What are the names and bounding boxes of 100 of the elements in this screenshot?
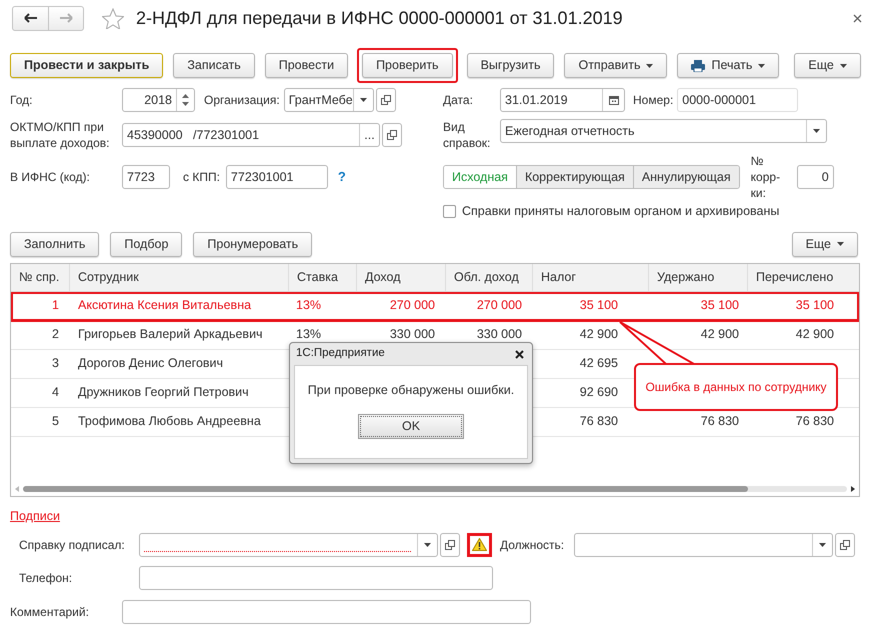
kpp-field[interactable]: 772301001 [226, 165, 328, 189]
field-label: Номер: [633, 92, 674, 109]
caret-icon [360, 98, 367, 102]
field-label: № корр-ки: [750, 153, 782, 201]
caret-icon [819, 542, 826, 546]
organization-field[interactable]: ГрантМебе [284, 88, 374, 112]
dialog-title: 1С:Предприятие [296, 346, 385, 362]
field-label: Комментарий: [10, 604, 90, 620]
table-cell-text: 2 [52, 326, 59, 344]
table-cell-text: 42 900 [700, 326, 739, 344]
caret-icon [840, 64, 847, 68]
dialog-message: При проверке обнаружены ошибки. [308, 382, 514, 399]
caret-icon [837, 242, 844, 246]
table-cell-text: 42 695 [580, 355, 618, 372]
field-label: Вид справок: [443, 119, 492, 151]
back-arrow-icon [24, 13, 38, 23]
ifns-code-field[interactable]: 7723 [122, 165, 170, 189]
help-link[interactable]: ? [338, 167, 346, 187]
close-icon [853, 14, 862, 22]
open-icon [387, 130, 397, 140]
date-field[interactable]: 31.01.2019 [500, 88, 625, 112]
open-button[interactable] [382, 123, 402, 147]
number-field[interactable]: 0000-000001 [677, 88, 798, 112]
field-label: ОКТМО/КПП при выплате доходов: [10, 119, 110, 151]
toolbar-button[interactable]: Подбор [110, 232, 182, 257]
table-cell-text: 3 [52, 355, 59, 372]
table-cell-text: Трофимова Любовь Андреевна [78, 413, 261, 430]
field-label: Должность: [500, 536, 566, 554]
table-cell-text: 330 000 [476, 326, 522, 344]
warning-icon [472, 538, 487, 551]
column-header[interactable]: Сотрудник [69, 264, 288, 291]
report-type-field[interactable]: Ежегодная отчетность [500, 119, 827, 143]
table-cell-text: 42 900 [796, 326, 834, 344]
more-button[interactable]: Еще [794, 53, 861, 78]
field-label: Год: [10, 92, 34, 109]
table-cell-text: Григорьев Валерий Аркадьевич [78, 326, 263, 344]
table-cell-text: Дружников Георгий Петрович [78, 384, 249, 402]
open-button[interactable] [835, 532, 855, 556]
toolbar-button[interactable]: Провести и закрыть [10, 53, 164, 78]
more-button[interactable]: Еще [792, 232, 858, 257]
calendar-icon [608, 95, 618, 105]
column-header[interactable]: Обл. доход [445, 264, 532, 291]
table-cell-text: 270 000 [476, 297, 522, 314]
scrollbar-thumb[interactable] [23, 486, 748, 492]
phone-field[interactable] [139, 566, 493, 590]
table-cell-text: 4 [52, 384, 59, 402]
column-header[interactable]: Доход [356, 264, 445, 291]
field-label: Организация: [204, 92, 280, 109]
up-icon [182, 94, 189, 98]
toolbar-button[interactable]: Заполнить [10, 232, 100, 257]
column-header[interactable]: № спр. [11, 264, 69, 291]
table-cell-text: 42 900 [580, 326, 618, 344]
scroll-left-icon [15, 486, 19, 492]
checkbox-label: Справки приняты налоговым органом и архивированы [462, 203, 780, 220]
table-cell-text: 13% [296, 297, 322, 314]
close-icon [514, 350, 524, 358]
table-cell-text: 270 000 [390, 297, 435, 314]
caret-icon [758, 64, 766, 68]
scroll-right-icon [851, 486, 855, 492]
table-cell-text: 35 100 [796, 297, 834, 314]
open-button[interactable] [376, 88, 396, 112]
checkbox[interactable] [443, 204, 456, 218]
table-cell-text: 76 830 [700, 413, 739, 430]
toolbar-button[interactable]: Записать [173, 53, 255, 78]
caret-icon [424, 542, 431, 546]
toolbar-button[interactable]: Пронумеровать [193, 232, 312, 257]
field-label: Справку подписал: [19, 536, 126, 554]
field-label: Дата: [443, 92, 474, 109]
table-cell-text: 35 100 [580, 297, 618, 314]
toggle-option[interactable]: Аннулирующая [632, 166, 739, 188]
toolbar-button[interactable]: Печать [677, 53, 780, 78]
toolbar-button[interactable]: Выгрузить [466, 53, 554, 78]
signer-field[interactable] [139, 532, 438, 556]
ok-button[interactable]: OK [358, 414, 464, 439]
forward-arrow-icon [59, 13, 73, 23]
open-icon [840, 540, 850, 550]
table-cell-text: 92 690 [580, 384, 618, 402]
toggle-option[interactable]: Корректирующая [516, 166, 633, 188]
table-cell-text: 330 000 [390, 326, 435, 344]
window-title: 2-НДФЛ для передачи в ИФНС 0000-000001 от 31.01.2019 [136, 6, 623, 30]
oktmo-field[interactable]: 45390000 /772301001 ... [122, 123, 380, 147]
toolbar-button[interactable]: Провести [264, 53, 348, 78]
column-header[interactable]: Налог [532, 264, 648, 291]
table-cell-text: 76 830 [796, 413, 834, 430]
correction-number-field[interactable]: 0 [796, 165, 834, 189]
open-icon [380, 95, 391, 105]
table-cell-text: 1 [52, 297, 59, 314]
section-link[interactable]: Подписи [10, 506, 60, 526]
field-label: В ИФНС (код): [10, 169, 91, 186]
column-header[interactable]: Ставка [288, 264, 356, 291]
position-field[interactable] [574, 532, 833, 556]
column-header[interactable]: Перечислено [747, 264, 846, 291]
toolbar-button[interactable]: Проверить [362, 53, 453, 78]
year-field[interactable]: 2018 [122, 88, 195, 112]
comment-field[interactable] [122, 600, 531, 624]
select-button[interactable]: ... [359, 124, 379, 146]
open-button[interactable] [440, 532, 460, 556]
printer-icon [691, 60, 706, 72]
column-header[interactable]: Удержано [648, 264, 747, 291]
toolbar-button[interactable]: Отправить [564, 53, 668, 78]
